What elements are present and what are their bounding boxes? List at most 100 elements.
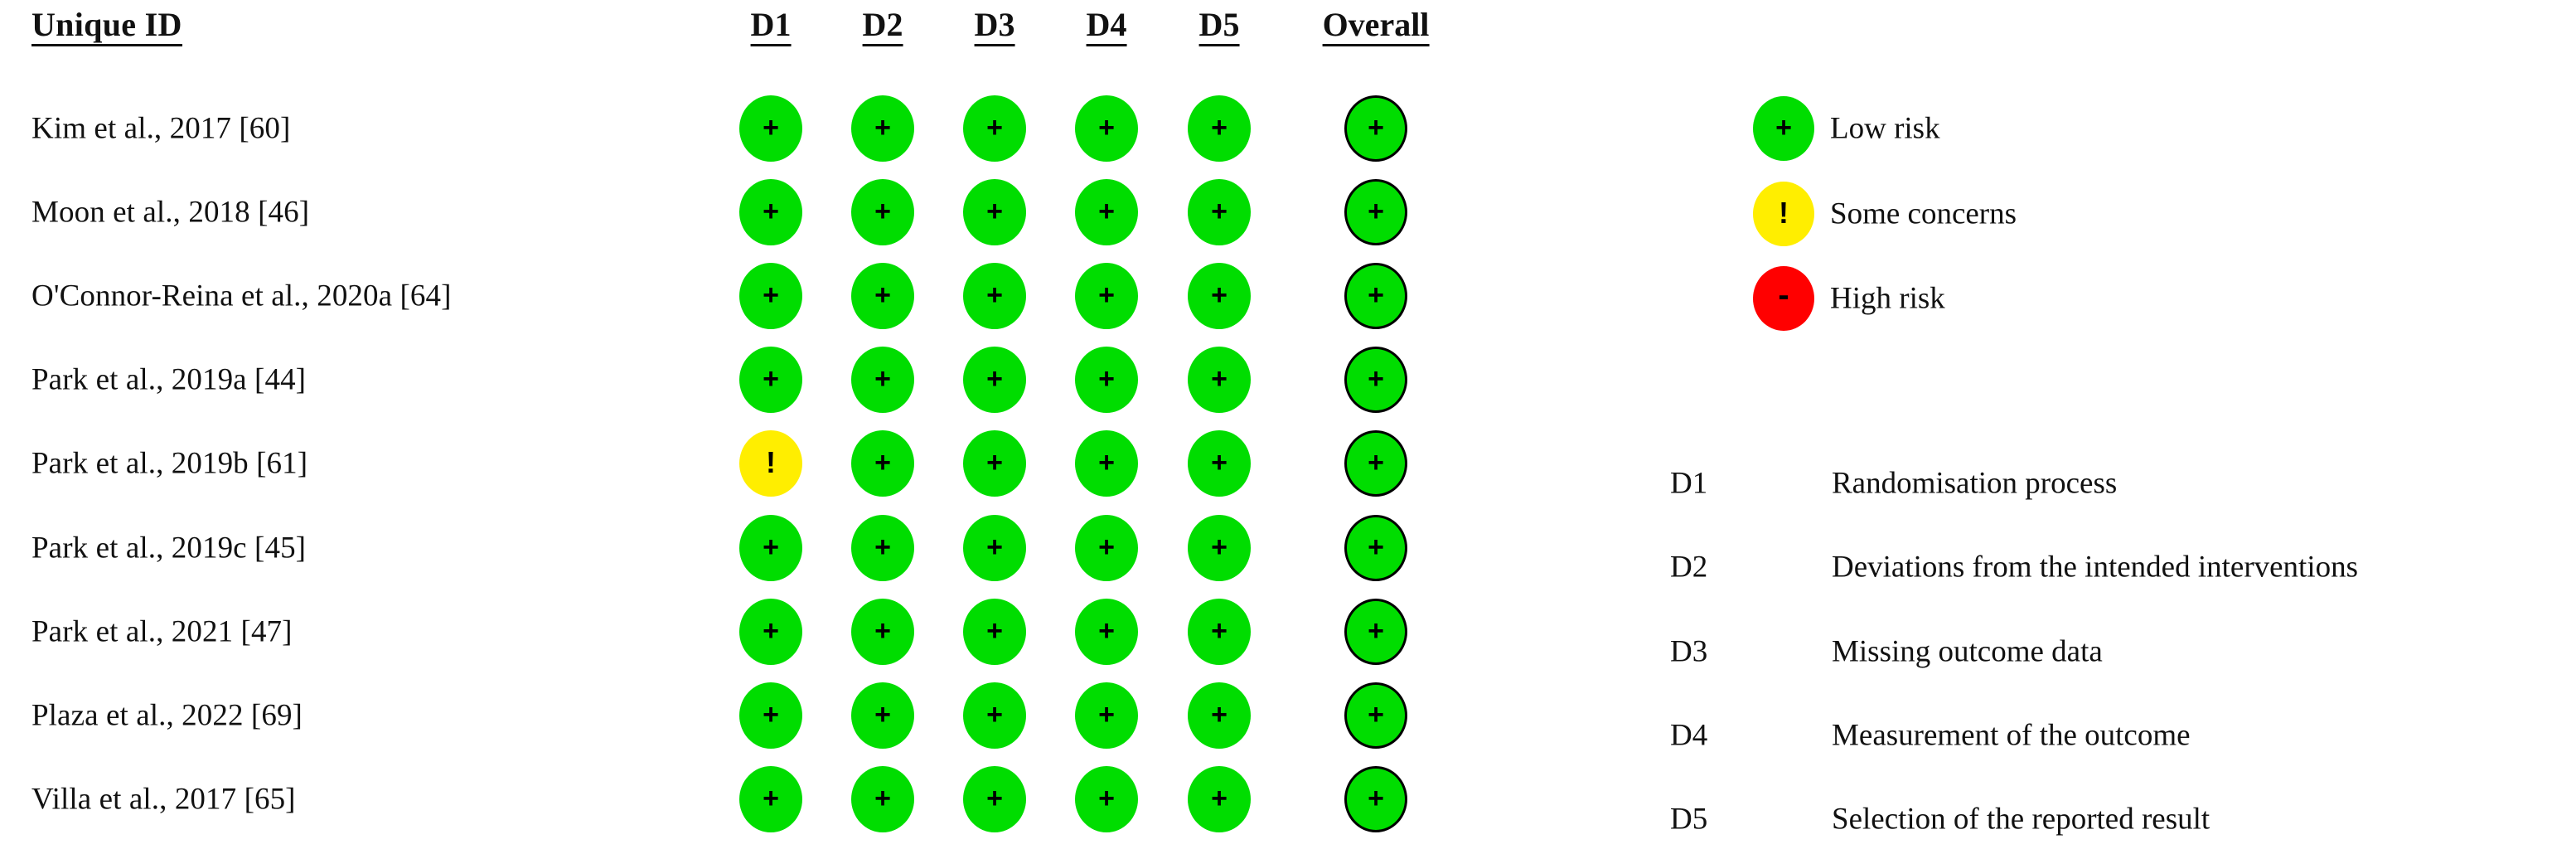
judgement-glyph-low-icon: + [1211,447,1227,478]
judgement-cell-low: + [851,347,914,413]
judgement-glyph-low-icon: + [1211,112,1227,143]
domain-key-code-d2: D2 [1670,550,1708,585]
study-label: Park et al., 2019c [45] [31,531,307,565]
judgement-glyph-low-icon: + [763,363,779,395]
judgement-glyph-low-icon: + [763,783,779,814]
judgement-glyph-low-icon: + [986,279,1003,311]
judgement-cell-low: + [963,263,1026,329]
judgement-cell-low: + [963,599,1026,665]
judgement-glyph-low-icon: + [1368,615,1384,647]
judgement-cell-low: + [1075,347,1138,413]
judgement-glyph-low-icon: + [874,699,891,730]
judgement-cell-some: ! [739,430,802,497]
judgement-cell-low: + [1075,179,1138,245]
judgement-cell-low: + [1344,682,1407,749]
judgement-cell-low: + [851,682,914,749]
judgement-cell-low: + [739,95,802,162]
study-label: Villa et al., 2017 [65] [31,782,296,817]
judgement-glyph-low-icon: + [1211,783,1227,814]
judgement-glyph-low-icon: + [1368,363,1384,395]
judgement-cell-low: + [739,263,802,329]
judgement-glyph-low-icon: + [874,196,891,227]
judgement-glyph-low-icon: + [986,363,1003,395]
risk-of-bias-traffic-light-plot: Unique ID D1 D2 D3 D4 D5 Overall Kim et al., … [0,0,2576,849]
legend-label-some: Some concerns [1830,196,2017,231]
judgement-glyph-low-icon: + [1368,279,1384,311]
legend-glyph-high-icon: - [1778,277,1789,313]
judgement-cell-low: + [739,179,802,245]
judgement-glyph-low-icon: + [1098,531,1115,563]
judgement-glyph-low-icon: + [986,783,1003,814]
judgement-glyph-low-icon: + [1368,531,1384,563]
unique-id-column-header: Unique ID [31,8,182,46]
judgement-cell-low: + [963,347,1026,413]
judgement-cell-low: + [963,430,1026,497]
judgement-glyph-low-icon: + [1211,279,1227,311]
judgement-cell-low: + [851,263,914,329]
judgement-glyph-low-icon: + [763,615,779,647]
judgement-glyph-low-icon: + [874,447,891,478]
judgement-cell-low: + [739,599,802,665]
judgement-cell-low: + [851,515,914,581]
legend-dot-high: - [1753,266,1814,331]
judgement-cell-low: + [1075,766,1138,832]
judgement-cell-low: + [851,766,914,832]
domain-key-code-d1: D1 [1670,466,1708,501]
judgement-cell-low: + [739,347,802,413]
judgement-glyph-low-icon: + [763,196,779,227]
judgement-glyph-low-icon: + [1368,196,1384,227]
judgement-cell-low: + [1188,766,1251,832]
judgement-glyph-low-icon: + [1098,447,1115,478]
legend-label-low: Low risk [1830,111,1940,146]
domain-key-description-d2: Deviations from the intended interventio… [1832,550,2359,585]
judgement-glyph-low-icon: + [1211,196,1227,227]
domain-header-d4: D4 [1086,8,1127,46]
legend-glyph-some-icon: ! [1779,196,1789,230]
judgement-glyph-some-icon: ! [766,445,776,479]
domain-key-code-d3: D3 [1670,634,1708,669]
judgement-cell-low: + [739,515,802,581]
judgement-glyph-low-icon: + [1211,363,1227,395]
judgement-glyph-low-icon: + [1368,447,1384,478]
domain-key-code-d4: D4 [1670,718,1708,753]
judgement-cell-low: + [1075,682,1138,749]
judgement-cell-low: + [851,95,914,162]
judgement-cell-low: + [1344,766,1407,832]
domain-header-overall: Overall [1322,8,1430,46]
judgement-glyph-low-icon: + [1211,531,1227,563]
study-label: Plaza et al., 2022 [69] [31,698,303,733]
judgement-cell-low: + [963,179,1026,245]
domain-key-description-d4: Measurement of the outcome [1832,718,2191,753]
judgement-glyph-low-icon: + [986,447,1003,478]
judgement-glyph-low-icon: + [986,531,1003,563]
judgement-cell-low: + [1188,599,1251,665]
judgement-glyph-low-icon: + [1098,615,1115,647]
judgement-glyph-low-icon: + [763,699,779,730]
judgement-glyph-low-icon: + [874,279,891,311]
legend-label-high: High risk [1830,281,1945,316]
judgement-cell-low: + [1188,515,1251,581]
judgement-cell-low: + [1075,263,1138,329]
judgement-glyph-low-icon: + [763,112,779,143]
judgement-cell-low: + [1075,515,1138,581]
judgement-glyph-low-icon: + [1098,363,1115,395]
judgement-cell-low: + [1188,263,1251,329]
judgement-glyph-low-icon: + [986,112,1003,143]
judgement-glyph-low-icon: + [1211,615,1227,647]
study-label: Park et al., 2019b [61] [31,446,308,481]
domain-key-code-d5: D5 [1670,802,1708,837]
judgement-cell-low: + [1188,347,1251,413]
legend-dot-some: ! [1753,182,1814,246]
judgement-glyph-low-icon: + [763,279,779,311]
judgement-cell-low: + [1075,599,1138,665]
domain-key-description-d5: Selection of the reported result [1832,802,2210,837]
study-label: Moon et al., 2018 [46] [31,195,310,230]
judgement-glyph-low-icon: + [986,699,1003,730]
judgement-cell-low: + [1344,347,1407,413]
study-label: Kim et al., 2017 [60] [31,111,291,146]
judgement-glyph-low-icon: + [986,615,1003,647]
judgement-glyph-low-icon: + [1098,196,1115,227]
judgement-cell-low: + [1188,179,1251,245]
judgement-glyph-low-icon: + [1368,112,1384,143]
judgement-cell-low: + [851,599,914,665]
